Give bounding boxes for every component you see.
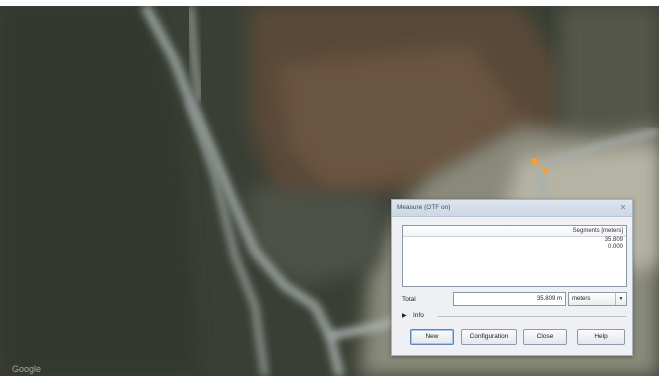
dialog-title: Measure (OTF on) [397, 204, 451, 211]
segments-column-header[interactable]: Segments [meters] [403, 226, 626, 237]
chevron-down-icon[interactable]: ▼ [615, 293, 626, 305]
total-field[interactable]: 35.809 m [453, 292, 566, 306]
new-button[interactable]: New [410, 329, 454, 345]
expand-arrow-icon[interactable]: ▶ [402, 312, 407, 319]
divider [438, 316, 626, 317]
close-icon[interactable]: ✕ [618, 203, 628, 212]
list-item[interactable]: 35.809 [403, 237, 626, 244]
measure-dialog[interactable]: Measure (OTF on) ✕ Segments [meters] 35.… [391, 199, 633, 356]
dialog-titlebar[interactable]: Measure (OTF on) ✕ [392, 200, 632, 217]
unit-value: meters [572, 296, 591, 302]
total-value: 35.809 m [536, 296, 562, 302]
list-item[interactable]: 0.000 [403, 244, 626, 251]
info-section[interactable]: ▶ Info [402, 312, 626, 320]
total-label: Total [402, 296, 416, 303]
segments-list[interactable]: Segments [meters] 35.809 0.000 [402, 225, 627, 287]
unit-dropdown[interactable]: meters ▼ [568, 292, 627, 306]
map-attribution: Google [12, 364, 42, 374]
info-label[interactable]: Info [413, 312, 424, 319]
configuration-button[interactable]: Configuration [461, 329, 517, 345]
help-button[interactable]: Help [577, 329, 625, 345]
close-button[interactable]: Close [523, 329, 567, 345]
